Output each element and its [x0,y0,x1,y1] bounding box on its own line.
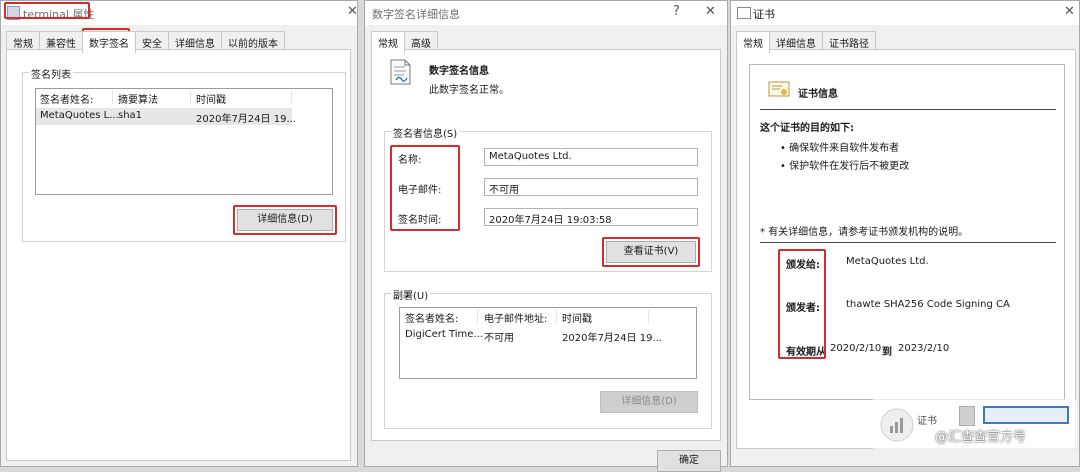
tab-panel: 签名列表 签名者姓名: 摘要算法 时间戳 MetaQuotes L... sha… [6,49,351,461]
tab-general[interactable]: 常规 [371,31,405,53]
help-icon[interactable]: ? [673,4,680,19]
tab-panel: 数字签名信息 此数字签名正常。 签名者信息(S) 名称: MetaQuotes … [371,49,721,441]
column-header[interactable]: 时间戳 [196,91,292,106]
valid-from-value: 2020/2/10 [830,343,882,354]
signature-status: 此数字签名正常。 [429,85,509,96]
countersig-details-button[interactable]: 详细信息(D) [600,391,698,413]
title-bar: 数字签名详细信息 ? ✕ [365,1,727,25]
close-icon[interactable]: ✕ [705,4,716,19]
ok-button[interactable]: 确定 [657,450,721,472]
list-item[interactable]: DigiCert Time... 不可用 2020年7月24日 19... [400,327,696,344]
name-field[interactable]: MetaQuotes Ltd. [484,148,698,166]
purpose-item: • 保护软件在发行后不被更改 [780,161,910,172]
signer-name: MetaQuotes L... [40,110,119,121]
signer-labels-highlight [390,145,460,231]
column-header[interactable]: 签名者姓名: [40,91,113,106]
signature-info-heading: 数字签名信息 [429,66,489,77]
purpose-item: • 确保软件来自软件发布者 [780,143,900,154]
timestamp: 2020年7月24日 19... [562,333,662,344]
list-header: 签名者姓名: 电子邮件地址: 时间戳 [400,308,696,325]
signer-name: DigiCert Time... [405,329,483,340]
group-label: 签名者信息(S) [391,125,460,140]
group-label: 副署(U) [391,287,431,302]
details-button-highlight [233,205,337,235]
wechat-logo-icon [880,408,914,442]
signature-document-icon [390,59,411,85]
issuer-statement-button[interactable] [983,406,1069,424]
signature-list[interactable]: 签名者姓名: 摘要算法 时间戳 MetaQuotes L... sha1 202… [35,88,333,195]
tab-panel: 证书信息 这个证书的目的如下: • 确保软件来自软件发布者 • 保护软件在发行后… [736,49,1076,449]
column-header[interactable]: 时间戳 [562,310,649,325]
title-bar: 证书 ✕ [731,1,1079,25]
digest-algorithm: sha1 [118,110,143,121]
email-address: 不可用 [484,333,514,344]
window-title: 证书 [753,8,775,21]
close-icon[interactable]: ✕ [1064,4,1075,19]
purpose-title: 这个证书的目的如下: [760,123,854,134]
view-certificate-highlight [602,237,700,267]
certificate-icon [737,7,751,19]
column-header[interactable]: 签名者姓名: [405,310,478,325]
email-field[interactable]: 不可用 [484,178,698,196]
valid-to-word: 到 [882,347,892,358]
close-icon[interactable]: ✕ [347,4,358,19]
issuer-note: * 有关详细信息，请参考证书颁发机构的说明。 [760,227,969,238]
countersignature-list[interactable]: 签名者姓名: 电子邮件地址: 时间戳 DigiCert Time... 不可用 … [399,307,697,379]
column-header[interactable]: 电子邮件地址: [484,310,557,325]
certificate-badge-icon [768,81,790,97]
bottom-partial-label: 证书 [917,416,937,427]
issued-to-value: MetaQuotes Ltd. [846,256,929,267]
list-header: 签名者姓名: 摘要算法 时间戳 [36,89,332,106]
window-title: 数字签名详细信息 [372,8,460,21]
terminal-properties-window: terminal 属性 ✕ 常规 兼容性 数字签名 安全 详细信息 以前的版本 … [0,0,358,467]
heading-divider [760,109,1056,110]
note-divider [760,242,1056,243]
group-label: 签名列表 [29,66,73,81]
title-highlight [4,2,90,19]
watermark-text: @汇查查官方号 [935,430,1027,445]
issued-by-value: thawte SHA256 Code Signing CA [846,299,1010,310]
list-item[interactable]: MetaQuotes L... sha1 2020年7月24日 19... [36,108,296,125]
signature-details-window: 数字签名详细信息 ? ✕ 常规 高级 数字签名信息 此数字签名正常。 签名者信息… [364,0,728,472]
tab-general[interactable]: 常规 [736,31,770,53]
install-certificate-button[interactable] [959,406,975,426]
signing-time-field[interactable]: 2020年7月24日 19:03:58 [484,208,698,226]
certificate-info-heading: 证书信息 [798,89,838,100]
valid-to-value: 2023/2/10 [898,343,950,354]
tab-digital-signatures[interactable]: 数字签名 [82,31,136,53]
timestamp: 2020年7月24日 19... [196,114,296,125]
certificate-window: 证书 ✕ 常规 详细信息 证书路径 证书信息 这个证书的目的如下: • 确保软件… [730,0,1080,467]
column-header[interactable]: 摘要算法 [118,91,191,106]
certificate-info-box: 证书信息 这个证书的目的如下: • 确保软件来自软件发布者 • 保护软件在发行后… [749,64,1065,400]
issuer-labels-highlight [778,249,826,359]
